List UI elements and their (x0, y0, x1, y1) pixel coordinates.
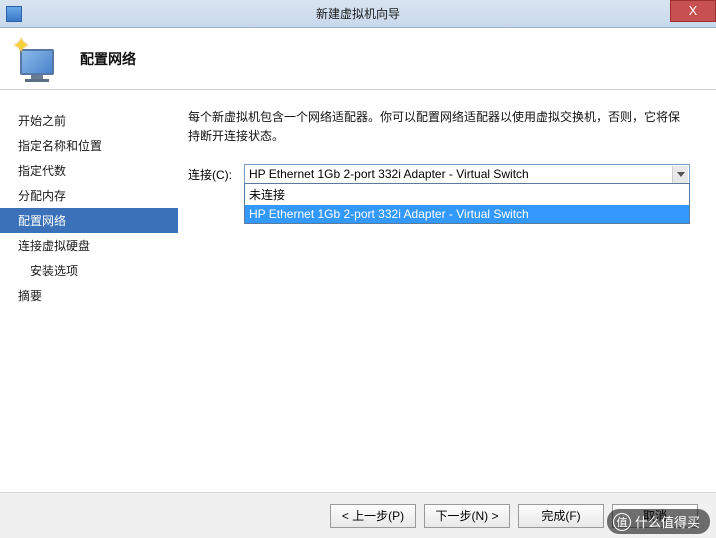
watermark: 值 什么值得买 (607, 509, 710, 534)
watermark-icon: 值 (613, 513, 631, 531)
sidebar-item-network[interactable]: 配置网络 (0, 208, 178, 233)
prev-button[interactable]: < 上一步(P) (330, 504, 416, 528)
sidebar-item-name-location[interactable]: 指定名称和位置 (0, 133, 178, 158)
connection-value: HP Ethernet 1Gb 2-port 332i Adapter - Vi… (249, 167, 529, 181)
watermark-text: 什么值得买 (635, 512, 700, 531)
wizard-header: ✦ 配置网络 (0, 28, 716, 90)
connection-combobox[interactable]: HP Ethernet 1Gb 2-port 332i Adapter - Vi… (244, 164, 690, 184)
close-button[interactable]: X (670, 0, 716, 22)
main-panel: 每个新虚拟机包含一个网络适配器。你可以配置网络适配器以使用虚拟交换机，否则，它将… (178, 90, 716, 492)
connection-row: 连接(C): HP Ethernet 1Gb 2-port 332i Adapt… (188, 164, 690, 184)
sidebar-item-vhd[interactable]: 连接虚拟硬盘 (0, 233, 178, 258)
sidebar-item-summary[interactable]: 摘要 (0, 283, 178, 308)
page-title: 配置网络 (80, 49, 136, 69)
wizard-body: 开始之前 指定名称和位置 指定代数 分配内存 配置网络 连接虚拟硬盘 安装选项 … (0, 90, 716, 492)
finish-button[interactable]: 完成(F) (518, 504, 604, 528)
app-icon (6, 6, 22, 22)
sidebar-item-memory[interactable]: 分配内存 (0, 183, 178, 208)
description-text: 每个新虚拟机包含一个网络适配器。你可以配置网络适配器以使用虚拟交换机，否则，它将… (188, 108, 690, 146)
connection-label: 连接(C): (188, 164, 244, 183)
next-button[interactable]: 下一步(N) > (424, 504, 510, 528)
titlebar: 新建虚拟机向导 X (0, 0, 716, 28)
dropdown-item-vswitch[interactable]: HP Ethernet 1Gb 2-port 332i Adapter - Vi… (245, 205, 689, 223)
sidebar: 开始之前 指定名称和位置 指定代数 分配内存 配置网络 连接虚拟硬盘 安装选项 … (0, 90, 178, 492)
window-title: 新建虚拟机向导 (316, 5, 400, 22)
dropdown-item-disconnected[interactable]: 未连接 (245, 184, 689, 205)
connection-dropdown: 未连接 HP Ethernet 1Gb 2-port 332i Adapter … (244, 183, 690, 224)
sidebar-item-generation[interactable]: 指定代数 (0, 158, 178, 183)
sidebar-item-install[interactable]: 安装选项 (0, 258, 178, 283)
chevron-down-icon[interactable] (672, 166, 688, 184)
wizard-icon: ✦ (14, 35, 62, 83)
sidebar-item-before-begin[interactable]: 开始之前 (0, 108, 178, 133)
connection-combo-wrap: HP Ethernet 1Gb 2-port 332i Adapter - Vi… (244, 164, 690, 184)
